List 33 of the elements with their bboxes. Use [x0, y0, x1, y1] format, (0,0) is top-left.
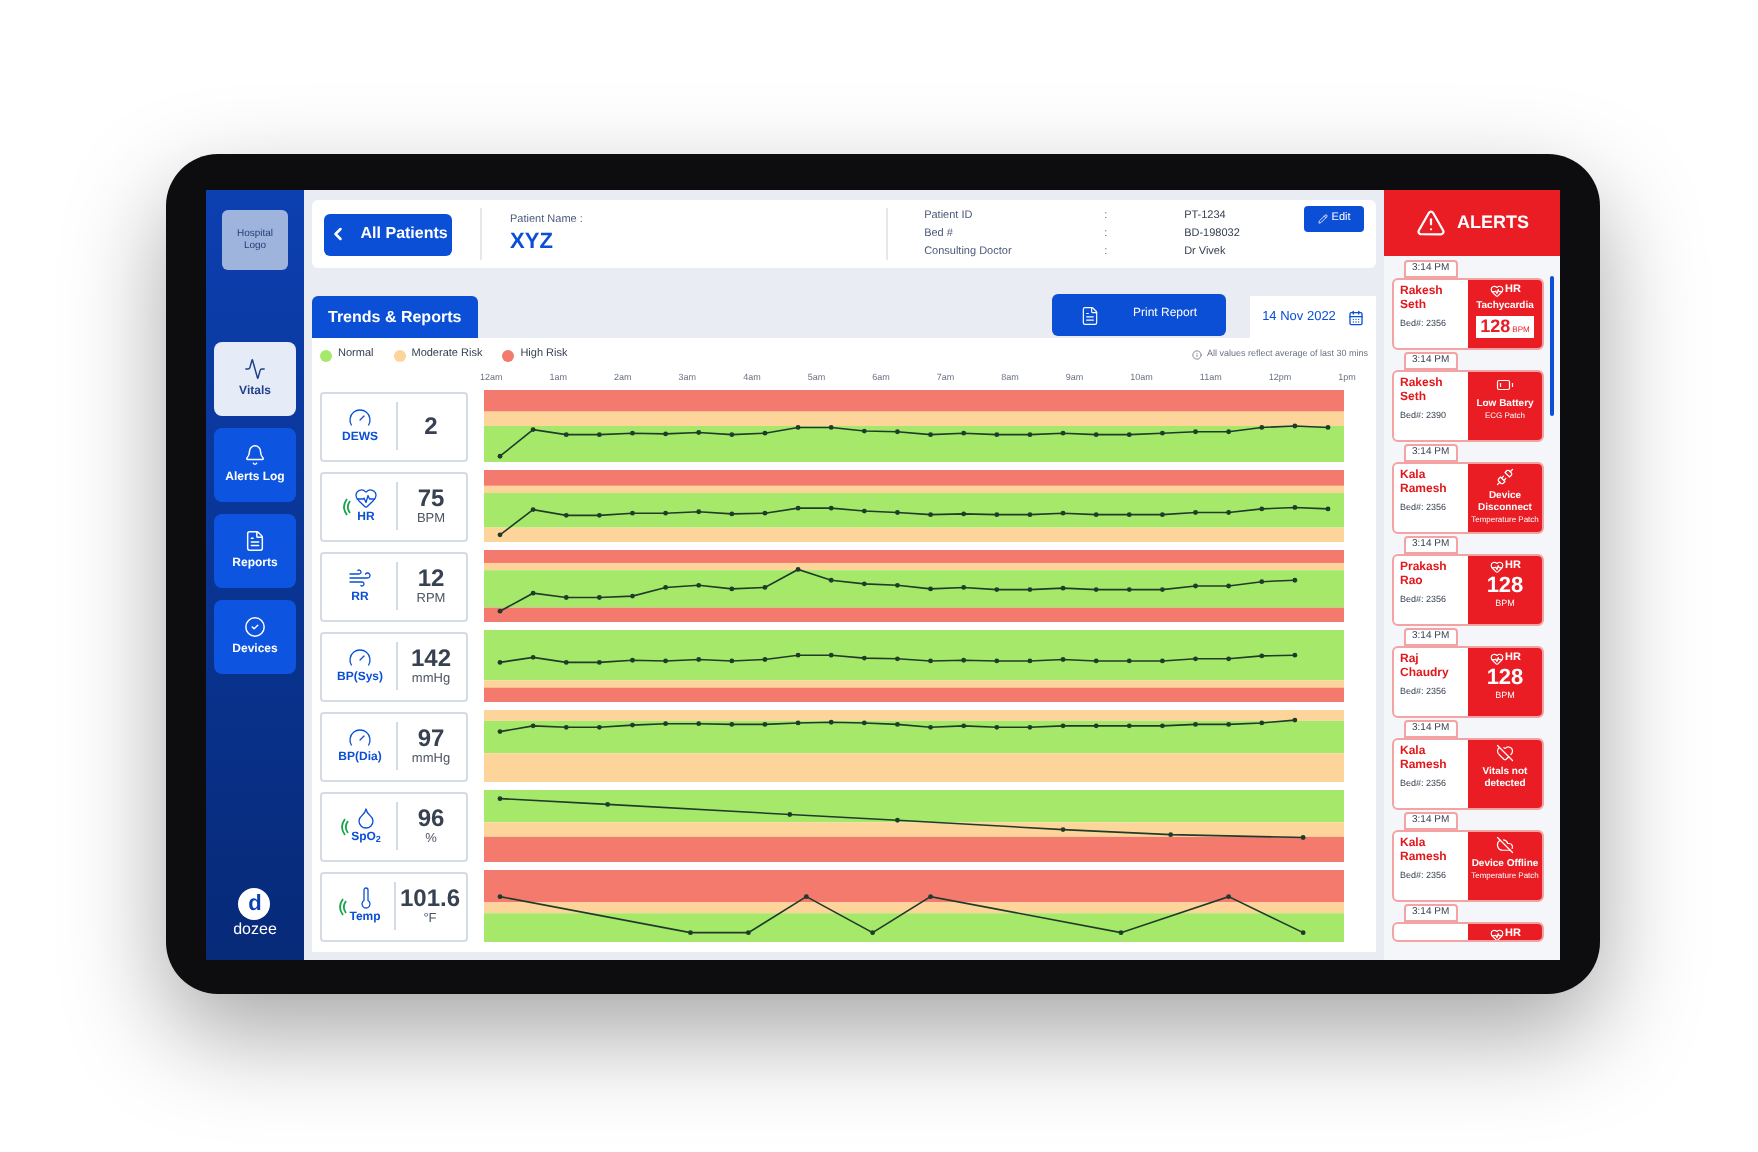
bell-icon: [244, 443, 266, 465]
heart-pulse-icon: [1489, 560, 1504, 574]
pencil-icon: [1317, 214, 1328, 224]
heart-pulse-icon: [1489, 652, 1504, 666]
check-circle-icon: [244, 615, 266, 637]
scrollbar[interactable]: [1550, 276, 1554, 416]
vital-value: 128: [1486, 574, 1524, 598]
vital-value: 142: [410, 644, 452, 672]
unplugged-icon: [1496, 468, 1514, 486]
brand-name: dozee: [233, 920, 277, 940]
pulse-icon: [244, 357, 266, 379]
vital-value: 96: [417, 804, 445, 832]
heart-pulse-icon: [1489, 284, 1504, 298]
alerts-title: ALERTS: [1457, 209, 1529, 236]
heart-pulse-icon: [1489, 928, 1504, 940]
calendar-icon: [1347, 309, 1364, 325]
crossed-cloud-icon: [1496, 836, 1514, 854]
patient-name: XYZ: [510, 228, 555, 257]
info-icon: [1192, 350, 1203, 360]
warning-icon: [1415, 208, 1445, 238]
tab[interactable]: Trends & Reports: [312, 296, 478, 338]
vital-value: 128: [1486, 666, 1524, 690]
vital-value: 12: [417, 564, 445, 592]
vital-value: 2: [424, 412, 438, 440]
crossed-heart-icon: [1496, 744, 1514, 762]
document-icon: [244, 529, 266, 551]
vital-value: 97: [417, 724, 445, 752]
back-button[interactable]: All Patients: [324, 213, 453, 255]
brand-mark: d: [238, 888, 271, 920]
vital-value: 101.6: [399, 884, 460, 912]
vital-value: 75: [417, 484, 445, 512]
document-icon: [1080, 305, 1101, 325]
battery-icon: [1496, 376, 1514, 394]
